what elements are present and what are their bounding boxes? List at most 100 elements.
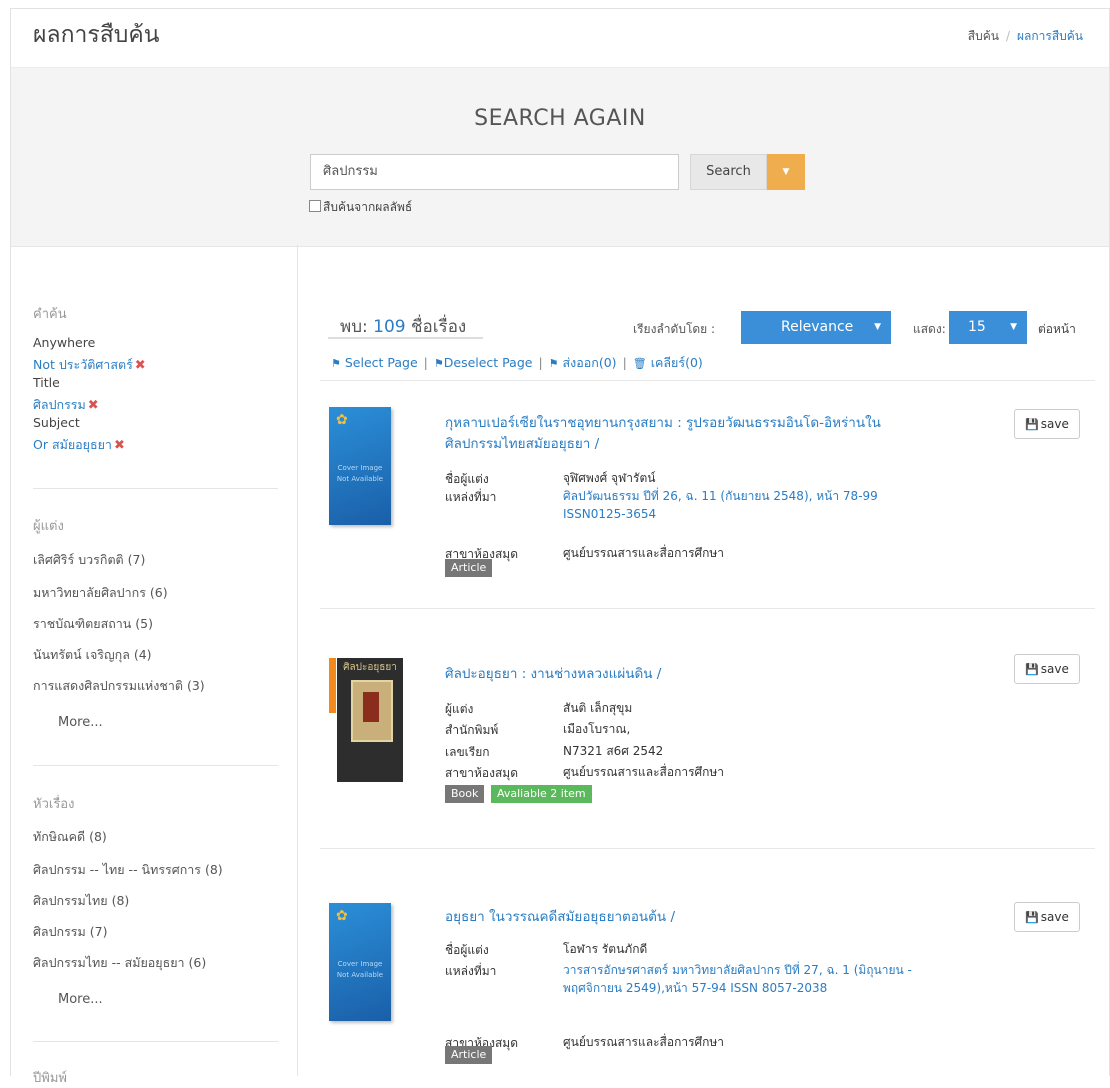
cover-title-text: ศิลปะอยุธยา bbox=[343, 662, 397, 673]
filter-value-anywhere[interactable]: Not ประวัติศาสตร์ ✖ bbox=[33, 355, 146, 375]
sidebar-divider bbox=[33, 1041, 278, 1042]
select-page-label: Select Page bbox=[344, 355, 418, 370]
meta-value: ศูนย์บรรณสารและสื่อการศึกษา bbox=[563, 765, 725, 779]
export-link[interactable]: ⚑ ส่งออก(0) bbox=[549, 355, 617, 370]
result-title-link[interactable]: ศิลปะอยุธยา : งานช่างหลวงแผ่นดิน / bbox=[445, 664, 935, 685]
cover-not-available-text: Cover Image Not Available bbox=[336, 960, 384, 979]
result-title-link[interactable]: อยุธยา ในวรรณคดีสมัยอยุธยาตอนต้น / bbox=[445, 907, 935, 928]
meta-value: โอฬาร รัตนภักดี bbox=[563, 942, 648, 956]
author-facet-item[interactable]: เลิศศิริร์ บวรกิตติ (7) bbox=[33, 550, 145, 570]
filter-field-anywhere: Anywhere bbox=[33, 335, 96, 350]
floppy-disk-icon: 💾 bbox=[1025, 418, 1039, 431]
author-facet-heading: ผู้แต่ง bbox=[33, 519, 64, 534]
save-label: save bbox=[1040, 910, 1069, 924]
page-size-select[interactable]: 15 ▼ bbox=[949, 311, 1027, 344]
results-count-underline bbox=[328, 337, 483, 339]
keyword-facet-heading: คำค้น bbox=[33, 307, 67, 322]
meta-label: สาขาห้องสมุด bbox=[445, 766, 519, 780]
search-button[interactable]: Search bbox=[690, 154, 767, 190]
cover-artwork: ศิลปะอยุธยา bbox=[337, 658, 403, 782]
breadcrumb-separator: / bbox=[1005, 29, 1010, 43]
cover-emblem-icon: ✿ bbox=[336, 412, 348, 428]
author-more-link[interactable]: More... bbox=[58, 715, 103, 730]
meta-label: สำนักพิมพ์ bbox=[445, 723, 499, 737]
caret-down-icon: ▼ bbox=[874, 322, 881, 332]
page-frame: ผลการสืบค้น สืบค้น / ผลการสืบค้น SEARCH AG… bbox=[10, 8, 1110, 1086]
remove-filter-icon[interactable]: ✖ bbox=[114, 438, 125, 453]
author-facet-item[interactable]: การแสดงศิลปกรรมแห่งชาติ (3) bbox=[33, 676, 205, 696]
author-facet-item[interactable]: นันทรัตน์ เจริญกุล (4) bbox=[33, 645, 152, 665]
export-label: ส่งออก(0) bbox=[562, 355, 617, 370]
subject-facet-heading: หัวเรื่อง bbox=[33, 797, 75, 812]
clear-link[interactable]: 🗑 เคลียร์(0) bbox=[633, 355, 703, 370]
source-link[interactable]: วารสารอักษรศาสตร์ มหาวิทยาลัยศิลปากร ปีท… bbox=[563, 961, 923, 997]
results-count-number: 109 bbox=[373, 317, 406, 337]
remove-filter-icon[interactable]: ✖ bbox=[135, 358, 146, 373]
page-size-value: 15 bbox=[968, 319, 986, 335]
per-page-label: ต่อหน้า bbox=[1038, 322, 1076, 336]
breadcrumb-search-link[interactable]: สืบค้น bbox=[968, 29, 999, 43]
breadcrumb-current[interactable]: ผลการสืบค้น bbox=[1017, 29, 1083, 43]
deselect-page-label: Deselect Page bbox=[443, 355, 533, 370]
sort-select[interactable]: Relevance ▼ bbox=[741, 311, 891, 344]
meta-label: แหล่งที่มา bbox=[445, 490, 497, 504]
filter-value-subject[interactable]: Or สมัยอยุธยา ✖ bbox=[33, 435, 125, 455]
search-within-label: สืบค้นจากผลลัพธ์ bbox=[323, 200, 413, 214]
results-panel: พบ: 109 ชื่อเรื่อง เรียงลำดับโดย : Relev… bbox=[297, 245, 1110, 1076]
meta-label: ชื่อผู้แต่ง bbox=[445, 943, 489, 957]
save-button[interactable]: 💾 save bbox=[1014, 902, 1080, 932]
save-button[interactable]: 💾 save bbox=[1014, 409, 1080, 439]
save-label: save bbox=[1040, 662, 1069, 676]
subject-facet-item[interactable]: ทักษิณคดี (8) bbox=[33, 827, 107, 847]
results-divider bbox=[320, 380, 1095, 381]
author-facet-item[interactable]: ราชบัณฑิตยสถาน (5) bbox=[33, 614, 153, 634]
search-input[interactable]: ศิลปกรรม bbox=[310, 154, 679, 190]
results-divider bbox=[320, 608, 1095, 609]
deselect-flag-icon: ⚑ bbox=[433, 357, 444, 370]
results-count-suffix: ชื่อเรื่อง bbox=[411, 317, 467, 337]
deselect-page-link[interactable]: ⚑Deselect Page bbox=[434, 355, 533, 370]
result-title-link[interactable]: กุหลาบเปอร์เซียในราชอุทยานกรุงสยาม : รูป… bbox=[445, 413, 935, 455]
type-badge: Book bbox=[445, 785, 485, 803]
save-button[interactable]: 💾 save bbox=[1014, 654, 1080, 684]
export-icon: ⚑ bbox=[548, 357, 559, 370]
author-facet-item[interactable]: มหาวิทยาลัยศิลปากร (6) bbox=[33, 583, 168, 603]
type-badge: Article bbox=[445, 559, 493, 577]
meta-value: จุฬิศพงศ์ จุฬารัตน์ bbox=[563, 471, 656, 485]
source-link[interactable]: ศิลปวัฒนธรรม ปีที่ 26, ฉ. 11 (กันยายน 25… bbox=[563, 487, 923, 523]
filter-value-text: ศิลปกรรม bbox=[33, 397, 86, 412]
search-within-results[interactable]: สืบค้นจากผลลัพธ์ bbox=[309, 198, 412, 217]
remove-filter-icon[interactable]: ✖ bbox=[88, 398, 99, 413]
sort-label: เรียงลำดับโดย : bbox=[633, 322, 716, 336]
trash-icon: 🗑 bbox=[632, 357, 647, 370]
meta-value: ศูนย์บรรณสารและสื่อการศึกษา bbox=[563, 546, 725, 560]
subject-more-link[interactable]: More... bbox=[58, 992, 103, 1007]
sidebar-divider bbox=[33, 765, 278, 766]
caret-down-icon: ▼ bbox=[1010, 322, 1017, 332]
action-separator: | bbox=[538, 355, 543, 370]
save-label: save bbox=[1040, 417, 1069, 431]
filter-value-text: Or สมัยอยุธยา bbox=[33, 437, 112, 452]
sort-select-value: Relevance bbox=[781, 319, 854, 335]
subject-facet-item[interactable]: ศิลปกรรม -- ไทย -- นิทรรศการ (8) bbox=[33, 860, 223, 880]
filter-value-title[interactable]: ศิลปกรรม ✖ bbox=[33, 395, 99, 415]
subject-facet-item[interactable]: ศิลปกรรมไทย -- สมัยอยุธยา (6) bbox=[33, 953, 206, 973]
search-within-checkbox[interactable] bbox=[309, 200, 321, 212]
search-again-panel: SEARCH AGAIN ศิลปกรรม Search ▼ สืบค้นจาก… bbox=[11, 67, 1109, 247]
meta-label: ผู้แต่ง bbox=[445, 702, 474, 716]
results-count-prefix: พบ: bbox=[340, 317, 368, 337]
filter-value-text: Not ประวัติศาสตร์ bbox=[33, 357, 133, 372]
subject-facet-item[interactable]: ศิลปกรรม (7) bbox=[33, 922, 107, 942]
results-count: พบ: 109 ชื่อเรื่อง bbox=[340, 313, 466, 340]
select-page-link[interactable]: ⚑ Select Page bbox=[331, 355, 418, 370]
meta-label: แหล่งที่มา bbox=[445, 964, 497, 978]
subject-facet-item[interactable]: ศิลปกรรมไทย (8) bbox=[33, 891, 129, 911]
cover-not-available-text: Cover Image Not Available bbox=[336, 464, 384, 483]
breadcrumb: สืบค้น / ผลการสืบค้น bbox=[968, 27, 1083, 46]
result-actions-bar: ⚑ Select Page | ⚑Deselect Page | ⚑ ส่งออก(0)… bbox=[331, 353, 703, 373]
results-divider bbox=[320, 848, 1095, 849]
cover-emblem-icon: ✿ bbox=[336, 908, 348, 924]
search-options-dropdown-button[interactable]: ▼ bbox=[767, 154, 805, 190]
search-again-heading: SEARCH AGAIN bbox=[474, 106, 646, 131]
floppy-disk-icon: 💾 bbox=[1025, 911, 1039, 924]
